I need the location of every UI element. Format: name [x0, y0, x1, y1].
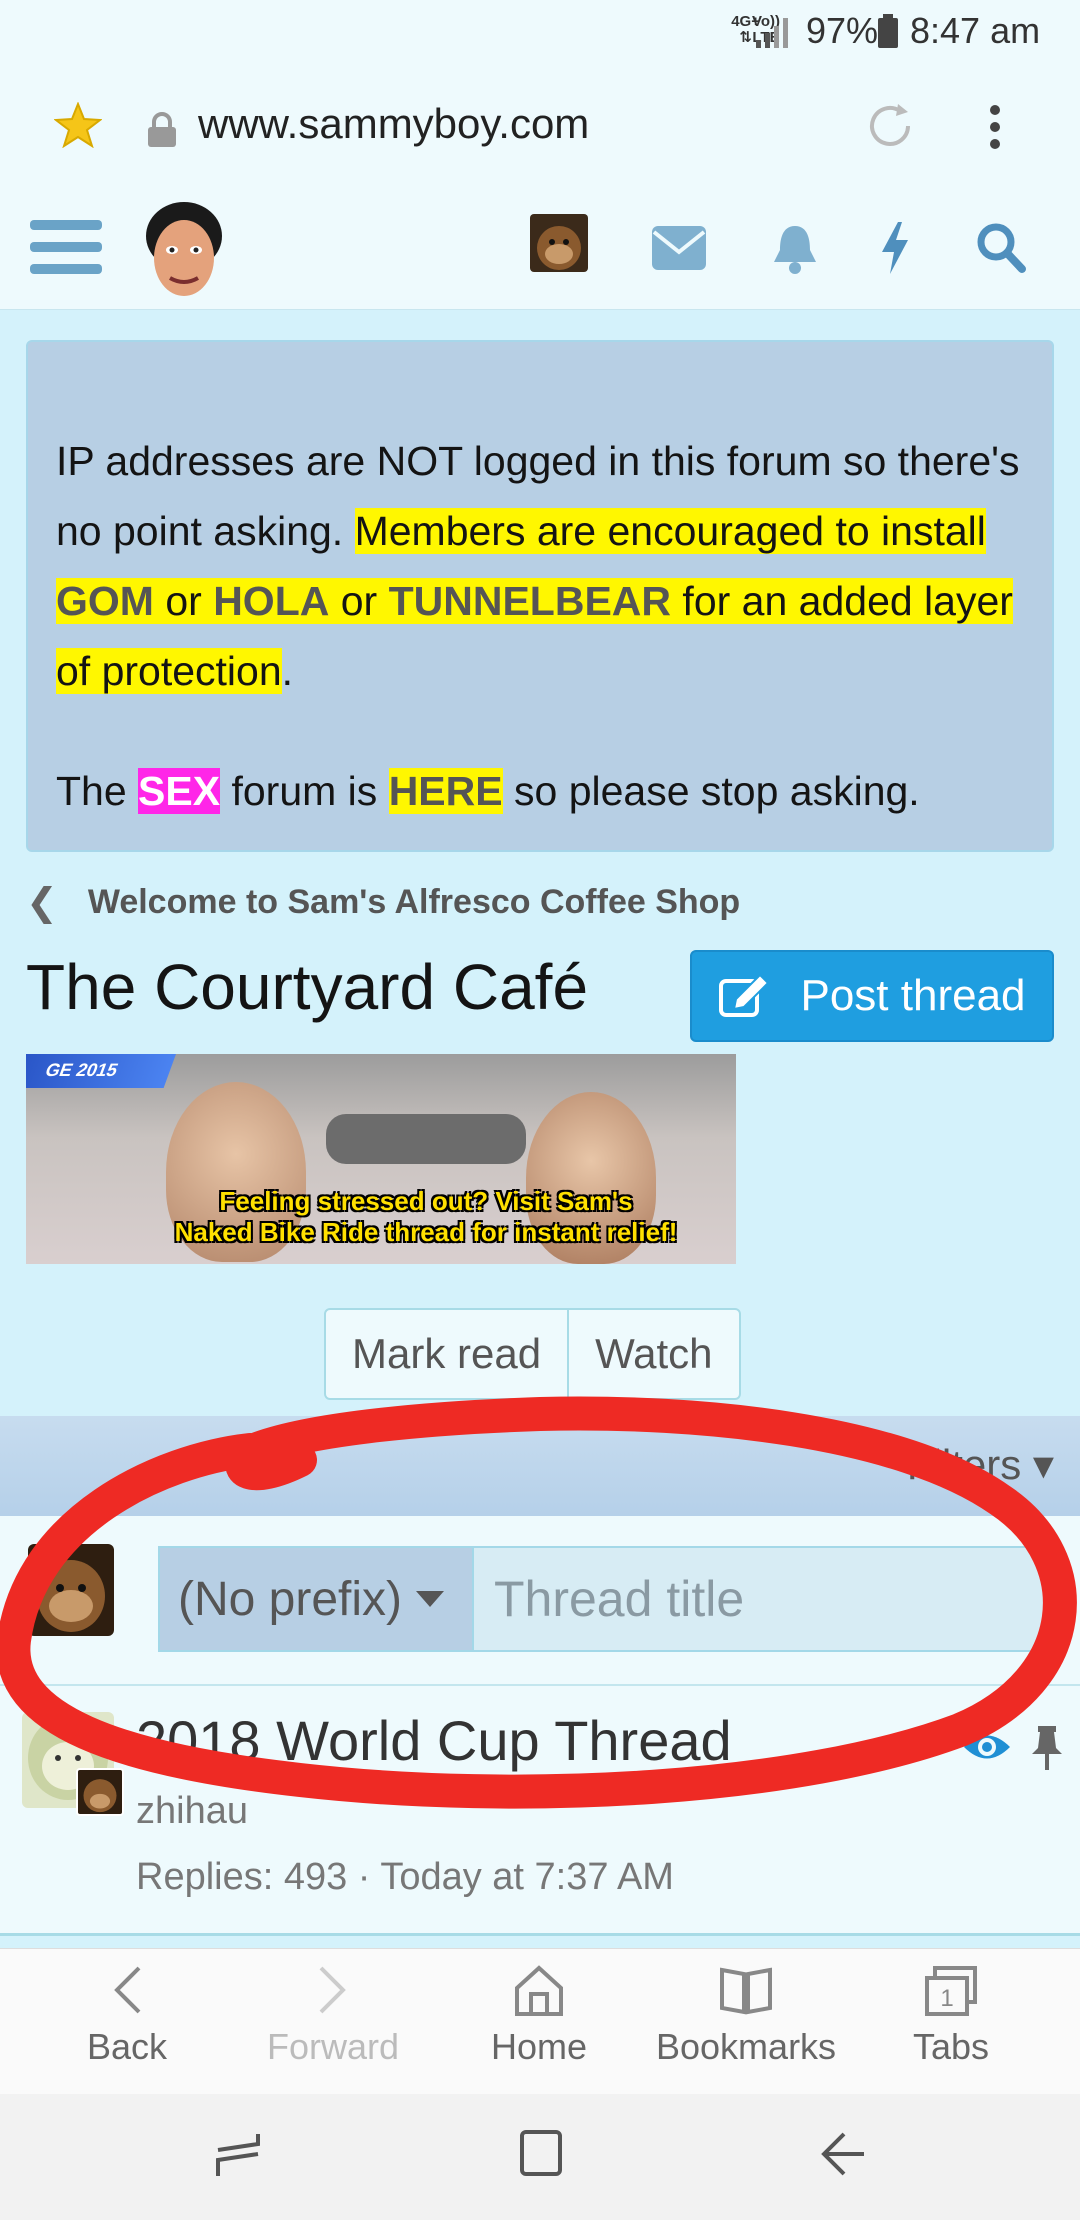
clock: 8:47 am: [910, 10, 1041, 51]
home-nav-icon[interactable]: [518, 2128, 564, 2178]
thread-title-input[interactable]: Thread title: [472, 1546, 1058, 1652]
eye-icon: [964, 1735, 1010, 1759]
watch-button[interactable]: Watch: [567, 1310, 738, 1398]
reload-icon[interactable]: [864, 100, 916, 152]
star-icon[interactable]: [54, 102, 102, 148]
search-icon[interactable]: [976, 222, 1026, 274]
notice-paragraph-sex: The SEX forum is HERE so please stop ask…: [56, 768, 920, 814]
back-nav-icon[interactable]: [820, 2130, 868, 2178]
mail-icon[interactable]: [652, 226, 706, 270]
chevron-left-icon: ❮: [26, 882, 58, 924]
back-button[interactable]: Back: [52, 1962, 202, 2068]
post-thread-button[interactable]: Post thread: [690, 950, 1054, 1042]
user-avatar: [28, 1544, 114, 1636]
home-button[interactable]: Home: [464, 1962, 614, 2068]
bolt-icon[interactable]: [880, 222, 910, 274]
lock-icon: [148, 112, 176, 147]
promo-banner[interactable]: GE 2015 Feeling stressed out? Visit Sam'…: [26, 1054, 736, 1264]
breadcrumb[interactable]: ❮ Welcome to Sam's Alfresco Coffee Shop: [26, 880, 740, 925]
tabs-icon: 1: [925, 1966, 977, 2016]
banner-tag: GE 2015: [26, 1054, 176, 1088]
forum-actions: Mark read Watch: [324, 1308, 741, 1400]
page-title: The Courtyard Café: [26, 951, 589, 1023]
thread-author[interactable]: zhihau: [136, 1790, 248, 1833]
here-link[interactable]: HERE: [388, 768, 503, 814]
banner-boat: [326, 1114, 526, 1164]
bookmarks-button[interactable]: Bookmarks: [656, 1962, 836, 2068]
notice-paragraph-ip: IP addresses are NOT logged in this foru…: [56, 438, 1020, 694]
bookmarks-icon: [720, 1967, 772, 2015]
tabs-button[interactable]: 1 Tabs: [876, 1962, 1026, 2068]
svg-text:1: 1: [940, 1985, 953, 2012]
forum-notice: IP addresses are NOT logged in this foru…: [26, 340, 1054, 852]
url-field[interactable]: www.sammyboy.com: [198, 100, 589, 148]
chevron-left-icon: [114, 1966, 141, 2014]
site-logo-avatar[interactable]: [142, 200, 226, 300]
hamburger-menu-icon[interactable]: [30, 220, 102, 280]
chevron-right-icon: [319, 1966, 346, 2014]
overflow-menu-icon[interactable]: [985, 104, 1005, 150]
filters-dropdown[interactable]: Filters ▾: [907, 1440, 1054, 1489]
thread-title[interactable]: 2018 World Cup Thread: [136, 1708, 732, 1773]
battery-icon: [878, 14, 898, 48]
home-icon: [515, 1965, 563, 2016]
pin-icon: [1032, 1726, 1062, 1770]
edit-icon: [719, 973, 770, 1017]
last-poster-avatar[interactable]: [76, 1768, 124, 1816]
bell-icon[interactable]: [770, 222, 820, 274]
sex-forum-link[interactable]: SEX: [138, 768, 221, 814]
user-avatar[interactable]: [530, 214, 588, 272]
thread-meta: Replies: 493 · Today at 7:37 AM: [136, 1856, 674, 1898]
mark-read-button[interactable]: Mark read: [326, 1310, 567, 1398]
battery-percent: 97%: [806, 10, 879, 51]
caret-down-icon: [416, 1591, 445, 1607]
recent-apps-icon[interactable]: [214, 2130, 262, 2180]
prefix-select[interactable]: (No prefix): [158, 1546, 472, 1652]
signal-icon: [756, 18, 788, 48]
banner-caption: Feeling stressed out? Visit Sam's Naked …: [174, 1186, 678, 1247]
breadcrumb-label[interactable]: Welcome to Sam's Alfresco Coffee Shop: [88, 883, 740, 922]
forward-button[interactable]: Forward: [258, 1962, 408, 2068]
